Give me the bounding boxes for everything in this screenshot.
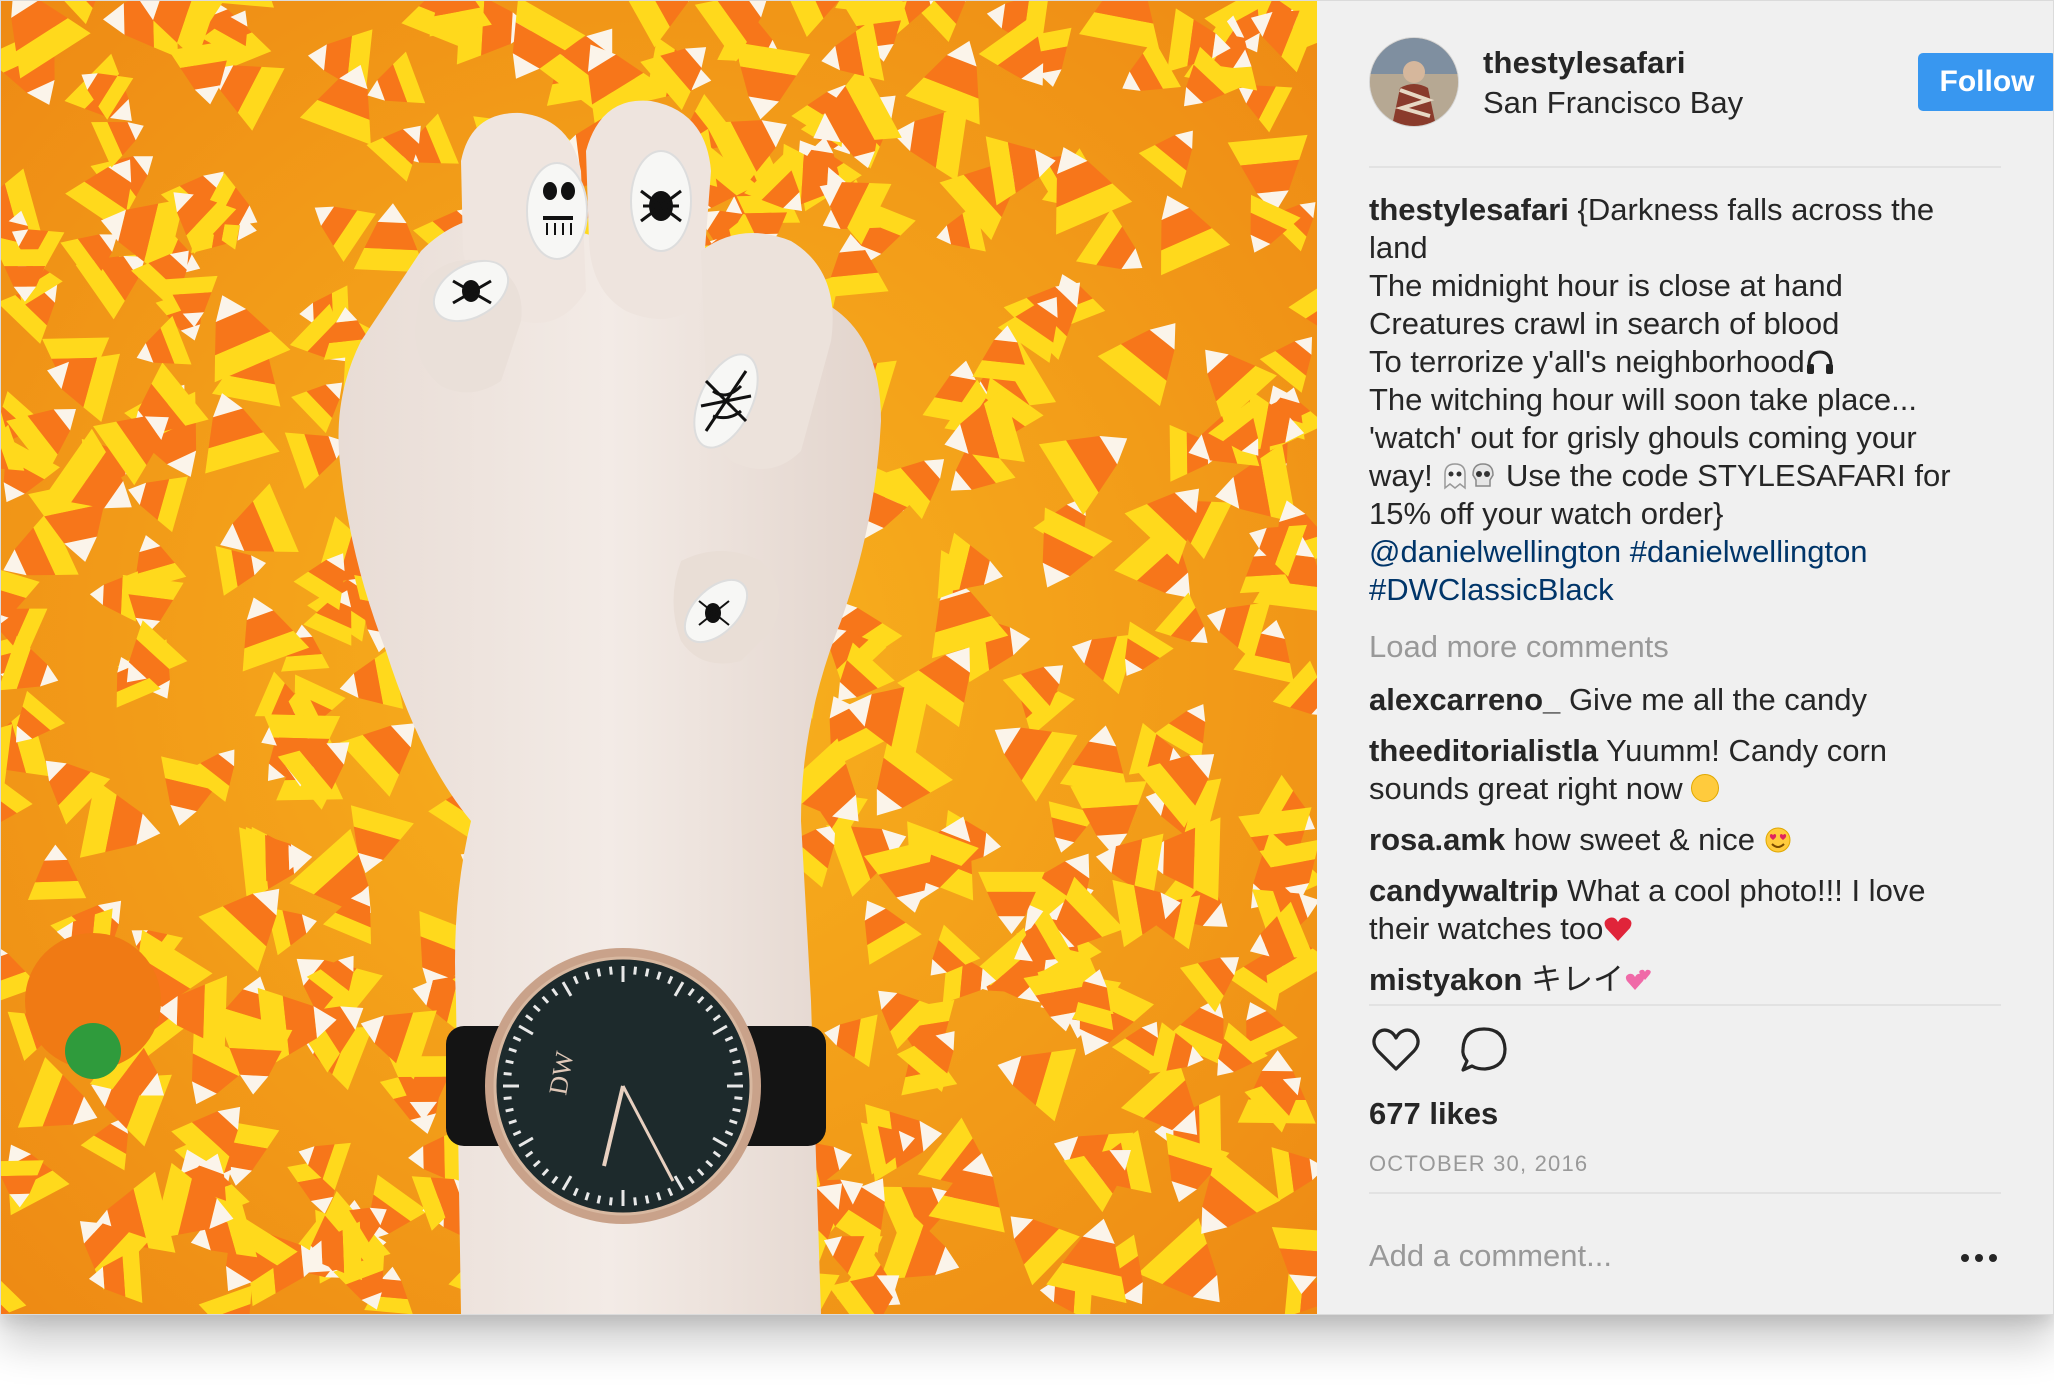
comment: alexcarreno_ Give me all the candy — [1369, 681, 2009, 719]
post-username[interactable]: thestylesafari — [1483, 45, 1686, 81]
comment-username[interactable]: alexcarreno_ — [1369, 682, 1560, 717]
caption-text-line: way! — [1369, 458, 1433, 493]
post-header: thestylesafari San Francisco Bay Follow — [1369, 37, 2053, 127]
instagram-post-card: DW thestylesafari San Francisco Bay Foll — [0, 0, 2054, 1315]
caption-text-line: Use the code STYLESAFARI for — [1506, 458, 1951, 493]
comment: rosa.amk how sweet & nice — [1369, 821, 2009, 859]
comment-username[interactable]: rosa.amk — [1369, 822, 1505, 857]
post-caption: thestylesafari {Darkness falls across th… — [1369, 191, 2009, 609]
comment: theeditorialistla Yuumm! Candy corn soun… — [1369, 732, 2009, 808]
post-photo[interactable]: DW — [1, 1, 1317, 1314]
avatar-image — [1370, 38, 1458, 126]
add-comment-input[interactable] — [1369, 1233, 1949, 1279]
ghost-emoji-icon — [1444, 463, 1467, 490]
caption-text-line: 15% off your watch order} — [1369, 496, 1724, 531]
caption-text-line: {Darkness falls across the — [1577, 192, 1935, 227]
hashtag-link[interactable]: #danielwellington — [1630, 534, 1868, 569]
caption-username[interactable]: thestylesafari — [1369, 192, 1569, 227]
heart-outline-icon[interactable] — [1369, 1023, 1423, 1077]
comment: mistyakon キレイ — [1369, 961, 2009, 999]
comment-username[interactable]: mistyakon — [1369, 962, 1522, 997]
comments-list: alexcarreno_ Give me all the candy theed… — [1369, 681, 2009, 1012]
avatar[interactable] — [1369, 37, 1459, 127]
skull-emoji-icon — [1472, 463, 1495, 487]
photo-illustration: DW — [1, 1, 1317, 1314]
ellipsis-icon[interactable] — [1957, 1243, 2001, 1273]
caption-text-line: The witching hour will soon take place..… — [1369, 382, 1917, 417]
post-date: OCTOBER 30, 2016 — [1369, 1151, 1589, 1176]
post-side-panel: thestylesafari San Francisco Bay Follow … — [1317, 1, 2053, 1314]
caption-text-line: The midnight hour is close at hand — [1369, 268, 1843, 303]
comment-text: キレイ — [1530, 962, 1624, 997]
caption-text-line: To terrorize y'all's neighborhood — [1369, 344, 1805, 379]
caption-text-line: 'watch' out for grisly ghouls coming you… — [1369, 420, 1917, 455]
caption-text-line: land — [1369, 230, 1428, 265]
headphones-emoji-icon — [1806, 350, 1833, 374]
footer-divider — [1369, 1192, 2001, 1194]
comment-text: sounds great right now — [1369, 771, 1683, 806]
hashtag-link[interactable]: #DWClassicBlack — [1369, 572, 1614, 607]
caption-text-line: Creatures crawl in search of blood — [1369, 306, 1840, 341]
comment-username[interactable]: theeditorialistla — [1369, 733, 1598, 768]
comments-divider — [1369, 1004, 2001, 1006]
comment-text: What a cool photo!!! I love — [1567, 873, 1926, 908]
mention-link[interactable]: @danielwellington — [1369, 534, 1621, 569]
two-hearts-emoji-icon — [1625, 969, 1651, 990]
smiling-face-emoji-icon — [1691, 774, 1720, 802]
red-heart-emoji-icon — [1604, 917, 1632, 941]
post-location[interactable]: San Francisco Bay — [1483, 85, 1743, 121]
comment-username[interactable]: candywaltrip — [1369, 873, 1559, 908]
load-more-comments-button[interactable]: Load more comments — [1369, 629, 1669, 665]
comment-text: how sweet & nice — [1513, 822, 1755, 857]
comment-text: Give me all the candy — [1568, 682, 1868, 717]
comment-text: Yuumm! Candy corn — [1606, 733, 1888, 768]
likes-count[interactable]: 677 likes — [1369, 1096, 1498, 1132]
header-divider — [1369, 166, 2001, 168]
follow-button[interactable]: Follow — [1918, 53, 2053, 111]
heart-eyes-emoji-icon — [1765, 827, 1791, 853]
comment: candywaltrip What a cool photo!!! I love… — [1369, 872, 2009, 948]
speech-bubble-icon[interactable] — [1457, 1023, 1511, 1077]
comment-text: their watches too — [1369, 911, 1604, 946]
